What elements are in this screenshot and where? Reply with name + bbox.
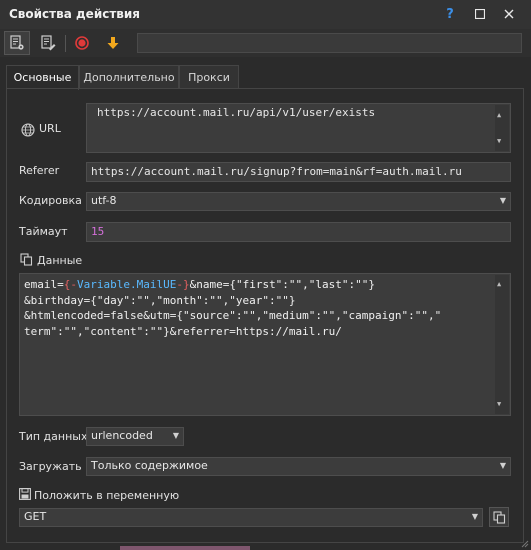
data-scrollbar[interactable]: ▲ ▼ (495, 275, 509, 414)
chevron-down-icon: ▼ (172, 431, 179, 440)
url-scrollbar[interactable]: ▲ ▼ (495, 105, 509, 151)
data-type-value: urlencoded (91, 429, 153, 442)
scroll-down-icon[interactable]: ▼ (497, 397, 501, 413)
data-line1-prefix: email= (24, 278, 64, 291)
record-button[interactable] (69, 31, 95, 55)
load-select[interactable]: Только содержимое ▼ (86, 457, 511, 476)
scroll-down-icon[interactable]: ▼ (497, 133, 501, 149)
data-label: Данные (37, 254, 83, 267)
data-line4: term":"","content":""}&referrer=https://… (24, 324, 342, 338)
save-to-select[interactable]: GET ▼ (19, 508, 483, 527)
tab-advanced[interactable]: Дополнительно (79, 65, 179, 88)
action-name-input[interactable] (137, 33, 522, 53)
data-textarea[interactable]: email={-Variable.MailUE-}&name={"first":… (19, 273, 511, 416)
variable-name: Variable.MailUE (77, 278, 177, 291)
window-title: Свойства действия (9, 7, 141, 21)
globe-icon (21, 123, 35, 137)
maximize-button[interactable] (469, 4, 491, 24)
url-label: URL (39, 122, 61, 135)
data-line3: &htmlencoded=false&utm={"source":"","med… (24, 309, 442, 322)
edit-document-button[interactable] (35, 31, 61, 55)
tab-proxy[interactable]: Прокси (179, 65, 239, 88)
close-button[interactable] (498, 4, 520, 24)
resize-grip-icon[interactable] (521, 540, 529, 548)
record-icon (75, 36, 89, 50)
copy-icon (492, 510, 505, 524)
bottom-highlight (120, 546, 250, 550)
referer-input[interactable]: https://account.mail.ru/signup?from=main… (86, 162, 511, 182)
toolbar (0, 29, 531, 57)
save-to-value: GET (24, 510, 47, 523)
chevron-down-icon: ▼ (499, 196, 506, 205)
referer-label: Referer (19, 164, 60, 177)
document-edit-icon (41, 35, 56, 51)
scroll-up-icon[interactable]: ▲ (497, 107, 501, 123)
toolbar-separator (65, 35, 66, 52)
help-button[interactable]: ? (439, 4, 461, 24)
data-line2: &birthday={"day":"","month":"","year":""… (24, 293, 296, 307)
close-icon (504, 9, 514, 19)
maximize-icon (475, 9, 485, 19)
load-value: Только содержимое (91, 459, 208, 472)
timeout-label: Таймаут (19, 225, 68, 238)
load-label: Загружать (19, 460, 82, 473)
tab-main[interactable]: Основные (6, 65, 79, 90)
title-bar: Свойства действия ? (0, 0, 531, 30)
data-type-select[interactable]: urlencoded ▼ (86, 427, 184, 446)
document-settings-icon (10, 35, 24, 50)
arrow-down-icon (107, 37, 119, 49)
url-value: https://account.mail.ru/api/v1/user/exis… (97, 106, 376, 119)
encoding-value: utf-8 (91, 194, 117, 207)
variable-close-brace: -} (176, 278, 190, 291)
data-type-label: Тип данных (19, 430, 88, 443)
action-settings-button[interactable] (4, 31, 30, 55)
copy-icon (20, 253, 33, 266)
save-to-label: Положить в переменную (34, 489, 180, 502)
encoding-label: Кодировка (19, 194, 82, 207)
variable-picker-button[interactable] (489, 507, 509, 527)
variable-open-brace: {- (63, 278, 77, 291)
save-icon (19, 488, 31, 500)
timeout-input[interactable]: 15 (86, 222, 511, 242)
chevron-down-icon: ▼ (471, 512, 478, 521)
scroll-up-icon[interactable]: ▲ (497, 277, 501, 293)
encoding-select[interactable]: utf-8 ▼ (86, 192, 511, 211)
data-line1-suffix: &name={"first":"","last":""} (189, 278, 376, 291)
move-down-button[interactable] (100, 31, 126, 55)
chevron-down-icon: ▼ (499, 461, 506, 470)
url-input[interactable]: https://account.mail.ru/api/v1/user/exis… (86, 103, 511, 153)
